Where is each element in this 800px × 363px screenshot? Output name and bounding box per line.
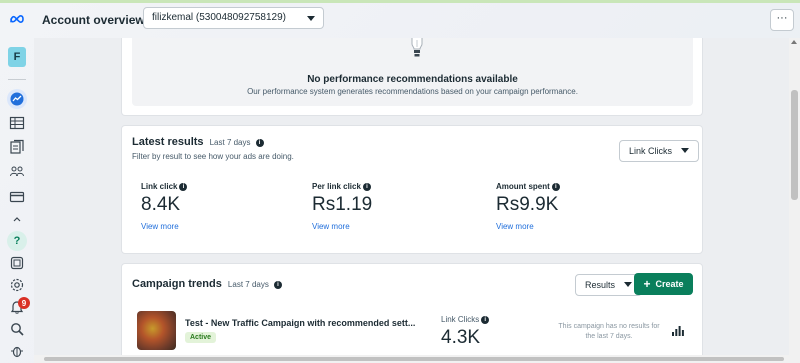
nav-audiences-icon[interactable] [7, 161, 27, 181]
nav-reports-icon[interactable] [7, 137, 27, 157]
metric-label: Amount spent i [496, 182, 560, 191]
ad-account-select[interactable]: filizkemal (530048092758129) [143, 7, 324, 29]
campaign-metric-label: Link Clicks i [441, 315, 490, 324]
account-avatar[interactable]: F [8, 47, 26, 67]
info-icon[interactable]: i [255, 139, 264, 147]
latest-results-card: Latest results Last 7 days i Filter by r… [121, 125, 703, 254]
info-icon[interactable]: i [481, 316, 490, 324]
recommendations-empty-state: No performance recommendations available… [132, 38, 693, 106]
create-button-label: Create [655, 279, 684, 289]
nav-billing-icon[interactable] [7, 187, 27, 207]
settings-gear-icon[interactable] [7, 275, 27, 295]
scroll-up-arrow-icon[interactable] [791, 40, 797, 44]
latest-results-heading: Latest results Last 7 days i [132, 136, 264, 148]
ad-account-select-value: filizkemal (530048092758129) [152, 12, 286, 23]
chevron-down-icon [623, 282, 632, 287]
latest-results-period: Last 7 days [209, 138, 251, 147]
results-dropdown-value: Results [585, 280, 616, 290]
plus-icon: + [643, 277, 651, 291]
metric-per-link-click: Per link click i Rs1.19 View more [312, 182, 372, 231]
latest-results-description: Filter by result to see how your ads are… [132, 152, 294, 161]
bar-chart-icon[interactable] [672, 326, 684, 336]
recommendations-title: No performance recommendations available [307, 74, 518, 85]
view-more-link[interactable]: View more [496, 222, 560, 231]
metric-amount-spent: Amount spent i Rs9.9K View more [496, 182, 560, 231]
info-icon[interactable]: i [273, 281, 282, 289]
no-results-note: This campaign has no results for the las… [558, 323, 660, 340]
campaign-name-link[interactable]: Test - New Traffic Campaign with recomme… [185, 318, 415, 328]
info-icon[interactable]: i [179, 183, 188, 191]
top-accent-line [0, 0, 800, 3]
metric-link-click: Link click i 8.4K View more [141, 182, 188, 231]
vertical-scrollbar[interactable] [789, 38, 800, 363]
create-campaign-button[interactable]: + Create [634, 273, 693, 295]
nav-pages-icon[interactable] [7, 253, 27, 273]
results-dropdown[interactable]: Results [575, 274, 642, 296]
status-badge: Active [185, 332, 217, 343]
nav-collapse-icon[interactable] [7, 209, 27, 229]
result-filter-value: Link Clicks [629, 146, 673, 156]
campaign-metric-value: 4.3K [441, 327, 481, 348]
scrollbar-thumb[interactable] [791, 90, 798, 200]
nav-campaigns-table-icon[interactable] [7, 113, 27, 133]
nav-account-overview-icon[interactable] [7, 89, 27, 109]
chevron-down-icon [680, 148, 689, 153]
campaign-trends-heading: Campaign trends Last 7 days i [132, 278, 282, 290]
help-icon[interactable]: ? [7, 231, 27, 251]
horizontal-scrollbar[interactable] [34, 355, 789, 363]
page-title: Account overview [42, 13, 145, 27]
campaign-trends-period: Last 7 days [227, 280, 269, 289]
metric-label: Per link click i [312, 182, 372, 191]
info-icon[interactable]: i [551, 183, 560, 191]
campaign-trends-title: Campaign trends [132, 278, 222, 290]
result-filter-dropdown[interactable]: Link Clicks [619, 140, 699, 162]
metric-value: Rs1.19 [312, 194, 373, 215]
report-bug-icon[interactable] [7, 341, 27, 361]
campaign-trends-card: Campaign trends Last 7 days i Results + … [121, 263, 703, 363]
lightbulb-icon [411, 38, 423, 57]
campaign-thumbnail[interactable] [137, 311, 176, 350]
metric-label: Link click i [141, 182, 188, 191]
left-nav-rail: F ? 9 [0, 3, 34, 363]
metric-value: 8.4K [141, 194, 181, 215]
view-more-link[interactable]: View more [141, 222, 187, 231]
metric-value: Rs9.9K [496, 194, 559, 215]
search-icon[interactable] [7, 319, 27, 339]
recommendations-description: Our performance system generates recomme… [247, 87, 578, 96]
latest-results-title: Latest results [132, 136, 204, 148]
view-more-link[interactable]: View more [312, 222, 372, 231]
chevron-down-icon [307, 16, 315, 21]
rail-divider [8, 79, 26, 80]
notification-count-badge: 9 [18, 297, 30, 309]
more-options-button[interactable]: ··· [770, 9, 794, 31]
recommendations-card: No performance recommendations available… [121, 38, 703, 116]
meta-logo-icon[interactable] [7, 9, 27, 29]
horizontal-scrollbar-thumb[interactable] [44, 357, 784, 361]
info-icon[interactable]: i [362, 183, 371, 191]
